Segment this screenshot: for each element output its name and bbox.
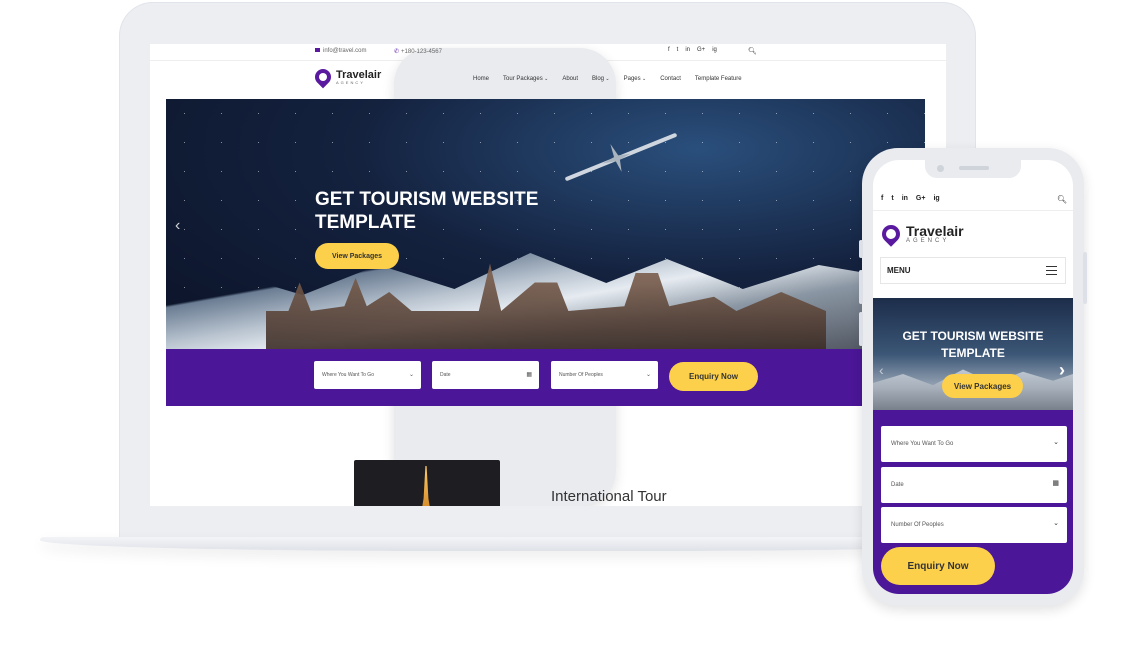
nav-home[interactable]: Home bbox=[473, 76, 489, 82]
logo-name: Travelair bbox=[336, 68, 382, 81]
chevron-down-icon: ⌄ bbox=[1053, 439, 1059, 446]
hamburger-icon bbox=[1046, 266, 1057, 275]
logo-tagline: AGENCY bbox=[336, 79, 365, 85]
enquiry-now-button[interactable]: Enquiry Now bbox=[669, 362, 758, 391]
slider-prev-icon[interactable]: ‹ bbox=[175, 217, 180, 235]
phone-notch bbox=[925, 160, 1021, 178]
phone-icon: ✆ bbox=[394, 49, 400, 55]
nav-pages[interactable]: Pages bbox=[624, 76, 647, 82]
date-field[interactable]: Date ▦ bbox=[881, 467, 1067, 503]
desktop-header: Travelair AGENCY Home Tour Packages Abou… bbox=[150, 61, 946, 99]
facebook-icon[interactable]: f bbox=[668, 47, 670, 53]
mobile-hero-slider: ‹ › GET TOURISM WEBSITE TEMPLATE View Pa… bbox=[873, 298, 1073, 410]
instagram-icon[interactable]: ig bbox=[933, 195, 939, 202]
section-title: International Tour bbox=[551, 488, 667, 505]
mobile-social-icons: f t in G+ ig bbox=[881, 195, 940, 202]
desktop-topbar: info@travel.com ✆ +180-123-4567 f t in G+… bbox=[150, 44, 946, 506]
instagram-icon[interactable]: ig bbox=[712, 47, 717, 53]
social-icons: f t in G+ ig bbox=[668, 47, 717, 53]
enquiry-now-button[interactable]: Enquiry Now bbox=[881, 547, 995, 585]
chevron-down-icon: ⌄ bbox=[408, 372, 414, 378]
chevron-down-icon: ⌄ bbox=[1053, 520, 1059, 527]
enquiry-bar: Where You Want To Go ⌄ Date ▦ Number Of … bbox=[166, 349, 925, 406]
envelope-icon bbox=[315, 48, 320, 53]
plane-pin-logo-icon bbox=[878, 221, 904, 247]
hero-title: GET TOURISM WEBSITE TEMPLATE bbox=[315, 189, 539, 233]
phone-screen: f t in G+ ig 🔍︎ Travelair AGENCY MENU ‹ … bbox=[873, 160, 1073, 594]
hero-title: GET TOURISM WEBSITE TEMPLATE bbox=[902, 329, 1044, 360]
linkedin-icon[interactable]: in bbox=[685, 47, 690, 53]
hero-slider: ‹ GET TOURISM WEBSITE TEMPLATE View Pack… bbox=[166, 99, 925, 349]
date-field[interactable]: Date ▦ bbox=[432, 361, 539, 389]
google-plus-icon[interactable]: G+ bbox=[697, 47, 705, 53]
people-select[interactable]: Number Of Peoples ⌄ bbox=[881, 507, 1067, 543]
eiffel-tower-image bbox=[354, 460, 500, 506]
calendar-icon: ▦ bbox=[526, 372, 532, 378]
facebook-icon[interactable]: f bbox=[881, 195, 883, 202]
chevron-down-icon: ⌄ bbox=[645, 372, 651, 378]
twitter-icon[interactable]: t bbox=[677, 47, 679, 53]
mobile-site-logo[interactable]: Travelair AGENCY bbox=[878, 221, 964, 247]
search-icon[interactable]: 🔍︎ bbox=[1057, 195, 1067, 204]
phone-frame: f t in G+ ig 🔍︎ Travelair AGENCY MENU ‹ … bbox=[859, 148, 1087, 606]
destination-select[interactable]: Where You Want To Go ⌄ bbox=[881, 426, 1067, 462]
plane-pin-logo-icon bbox=[311, 65, 335, 89]
slider-prev-icon[interactable]: ‹ bbox=[879, 362, 884, 378]
search-icon[interactable]: 🔍︎ bbox=[748, 47, 757, 55]
people-select[interactable]: Number Of Peoples ⌄ bbox=[551, 361, 658, 389]
main-nav: Home Tour Packages About Blog Pages Cont… bbox=[473, 76, 742, 82]
nav-contact[interactable]: Contact bbox=[660, 76, 681, 82]
destination-select[interactable]: Where You Want To Go ⌄ bbox=[314, 361, 421, 389]
nav-template-feature[interactable]: Template Feature bbox=[695, 76, 742, 82]
view-packages-button[interactable]: View Packages bbox=[942, 374, 1023, 398]
nav-tour-packages[interactable]: Tour Packages bbox=[503, 76, 548, 82]
topbar-email[interactable]: info@travel.com bbox=[315, 48, 366, 54]
laptop-screen: info@travel.com ✆ +180-123-4567 f t in G+… bbox=[150, 44, 946, 506]
google-plus-icon[interactable]: G+ bbox=[916, 195, 926, 202]
twitter-icon[interactable]: t bbox=[891, 195, 893, 202]
nav-blog[interactable]: Blog bbox=[592, 76, 610, 82]
nav-about[interactable]: About bbox=[562, 76, 578, 82]
view-packages-button[interactable]: View Packages bbox=[315, 243, 399, 269]
logo-name: Travelair bbox=[906, 223, 964, 239]
calendar-icon: ▦ bbox=[1052, 480, 1059, 487]
site-logo[interactable]: Travelair AGENCY bbox=[311, 65, 382, 89]
linkedin-icon[interactable]: in bbox=[902, 195, 908, 202]
slider-next-icon[interactable]: › bbox=[1059, 360, 1065, 381]
mobile-menu-toggle[interactable]: MENU bbox=[880, 257, 1066, 284]
mobile-enquiry-form: Where You Want To Go ⌄ Date ▦ Number Of … bbox=[873, 410, 1073, 594]
